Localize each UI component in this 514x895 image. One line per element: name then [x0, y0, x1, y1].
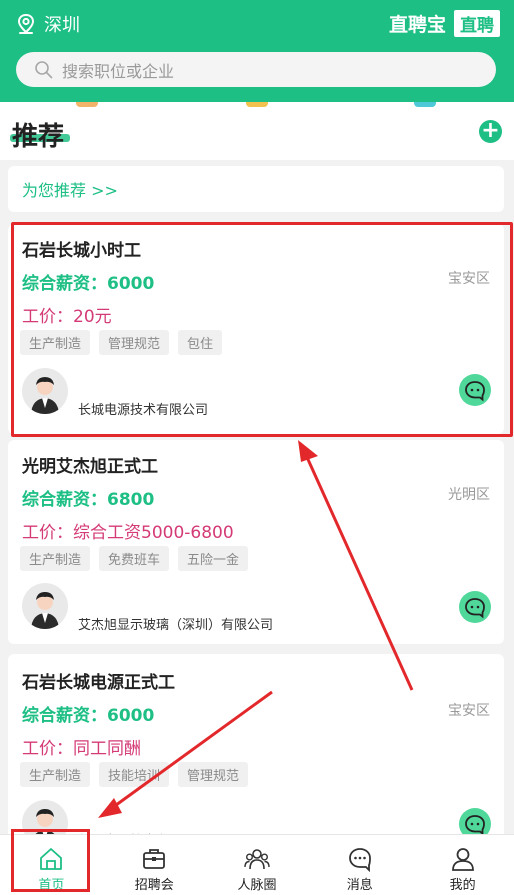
annotation-arrows — [98, 440, 414, 818]
arrowhead — [298, 440, 318, 462]
annotation-arrow — [111, 690, 273, 810]
arrowhead — [98, 798, 122, 818]
annotation-arrow — [304, 454, 414, 691]
